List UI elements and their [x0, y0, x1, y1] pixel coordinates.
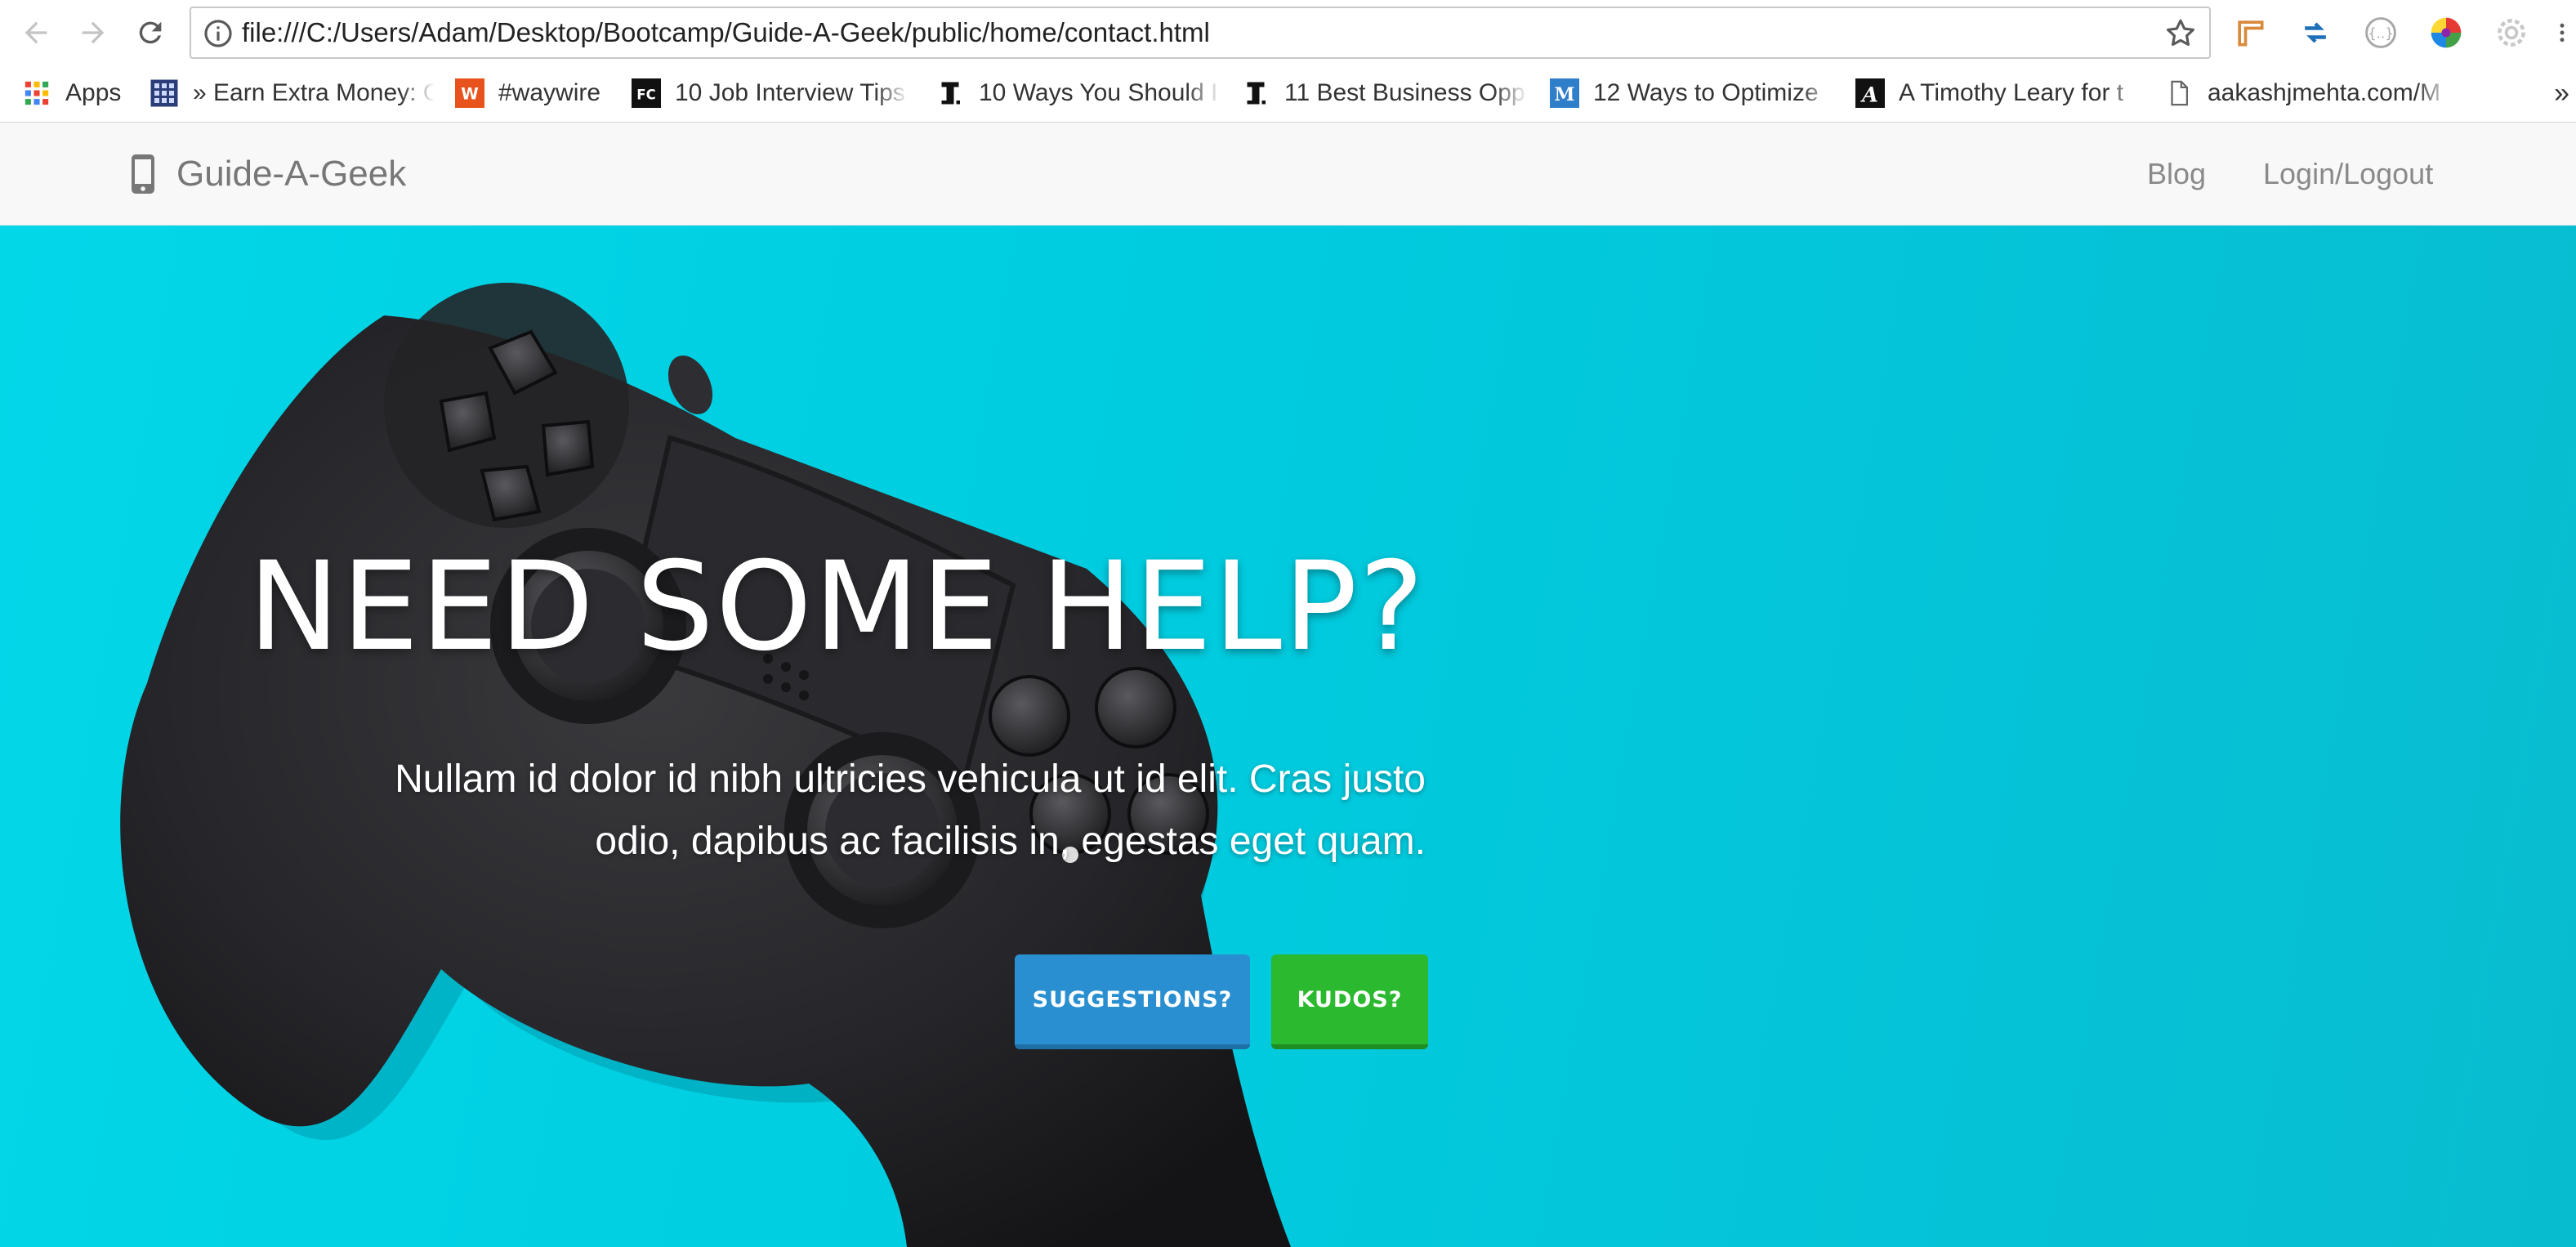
ruler-extension-button[interactable]: [2232, 15, 2268, 51]
kudos-button[interactable]: KUDOS?: [1271, 954, 1428, 1049]
info-icon[interactable]: [203, 18, 234, 49]
bookmark-10-ways[interactable]: 10 Ways You Should I: [935, 74, 1221, 113]
bookmark-aakashjmehta[interactable]: aakashjmehta.com/M: [2163, 74, 2451, 113]
bookmark-label: 11 Best Business Opp: [1284, 79, 1525, 106]
menu-dots-icon: [2560, 23, 2565, 42]
svg-text:M: M: [1555, 84, 1575, 105]
forward-icon: [82, 21, 105, 44]
bookmark-label: aakashjmehta.com/M: [2208, 79, 2441, 106]
bookmark-12-ways-optimize[interactable]: M 12 Ways to Optimize: [1549, 74, 1835, 113]
brand-link[interactable]: Guide-A-Geek: [129, 123, 406, 226]
hero-section: NEED SOME HELP? Nullam id dolor id nibh …: [0, 226, 2576, 1247]
more-bookmarks-button[interactable]: »: [2554, 74, 2569, 113]
bookmarks-bar: Apps » Earn Extra Money: C W #waywire FC…: [0, 65, 2576, 123]
hero-subtitle: Nullam id dolor id nibh ultricies vehicu…: [395, 758, 1426, 863]
json-extension-icon: {..}: [2365, 17, 2396, 48]
back-icon: [25, 21, 47, 44]
site-navbar: Guide-A-Geek Blog Login/Logout: [0, 123, 2576, 226]
reload-button[interactable]: [131, 15, 170, 51]
inc-icon: [935, 78, 966, 109]
reload-icon: [139, 21, 162, 44]
forward-button[interactable]: [74, 15, 113, 51]
arrows-extension-button[interactable]: [2297, 15, 2333, 51]
color-wheel-extension-button[interactable]: [2428, 15, 2464, 51]
json-extension-button[interactable]: {..}: [2363, 15, 2399, 51]
color-wheel-extension-icon: [2431, 17, 2462, 48]
svg-text:A: A: [1860, 83, 1878, 108]
bookmark-label: Apps: [65, 79, 122, 106]
bookmark-earn-extra-money[interactable]: » Earn Extra Money: C: [149, 74, 435, 113]
arrows-extension-icon: [2305, 22, 2326, 43]
brand-name: Guide-A-Geek: [176, 154, 407, 194]
bookmark-star-icon[interactable]: [2163, 16, 2198, 51]
bookmark-11-best-business[interactable]: 11 Best Business Opp: [1240, 74, 1528, 113]
fc-icon: FC: [631, 78, 662, 109]
inc-icon: [1240, 78, 1271, 109]
m-icon: M: [1549, 78, 1580, 109]
calculator-icon: [149, 78, 180, 109]
browser-menu-button[interactable]: [2554, 15, 2570, 51]
a-icon: A: [1855, 78, 1886, 109]
bookmark-timothy-leary[interactable]: A A Timothy Leary for t: [1855, 74, 2142, 113]
browser-toolbar: file:///C:/Users/Adam/Desktop/Bootcamp/G…: [0, 0, 2576, 65]
back-button[interactable]: [16, 15, 56, 51]
game-controller-image: [120, 283, 1291, 1247]
page-icon: [2163, 78, 2194, 109]
bookmark-job-interview-tips[interactable]: FC 10 Job Interview Tips: [631, 74, 909, 113]
nav-blog-link[interactable]: Blog: [2147, 123, 2206, 226]
bookmark-label: A Timothy Leary for t: [1899, 79, 2124, 106]
apps-grid-icon: [21, 78, 52, 109]
bookmark-label: 10 Ways You Should I: [979, 79, 1218, 106]
bookmark-label: » Earn Extra Money: C: [193, 79, 435, 106]
waywire-icon: W: [454, 78, 485, 109]
svg-text:{..}: {..}: [2368, 25, 2394, 41]
suggestions-button[interactable]: SUGGESTIONS?: [1015, 954, 1250, 1049]
bookmark-label: 12 Ways to Optimize: [1593, 79, 1819, 106]
bookmark-label: 10 Job Interview Tips: [675, 79, 905, 106]
svg-text:FC: FC: [636, 87, 655, 103]
bookmark-waywire[interactable]: W #waywire: [454, 74, 600, 113]
nav-login-logout-link[interactable]: Login/Logout: [2263, 123, 2433, 226]
bookmark-label: #waywire: [498, 79, 601, 106]
bookmark-apps[interactable]: Apps: [21, 74, 121, 113]
gear-extension-button[interactable]: [2493, 15, 2529, 51]
address-bar[interactable]: file:///C:/Users/Adam/Desktop/Bootcamp/G…: [190, 7, 2211, 59]
hero-title: NEED SOME HELP?: [248, 536, 1426, 678]
url-text[interactable]: file:///C:/Users/Adam/Desktop/Bootcamp/G…: [242, 8, 1210, 57]
mobile-phone-icon: [132, 154, 154, 194]
svg-text:W: W: [461, 85, 479, 104]
gear-extension-icon: [2498, 19, 2525, 47]
ruler-extension-icon: [2238, 20, 2264, 47]
